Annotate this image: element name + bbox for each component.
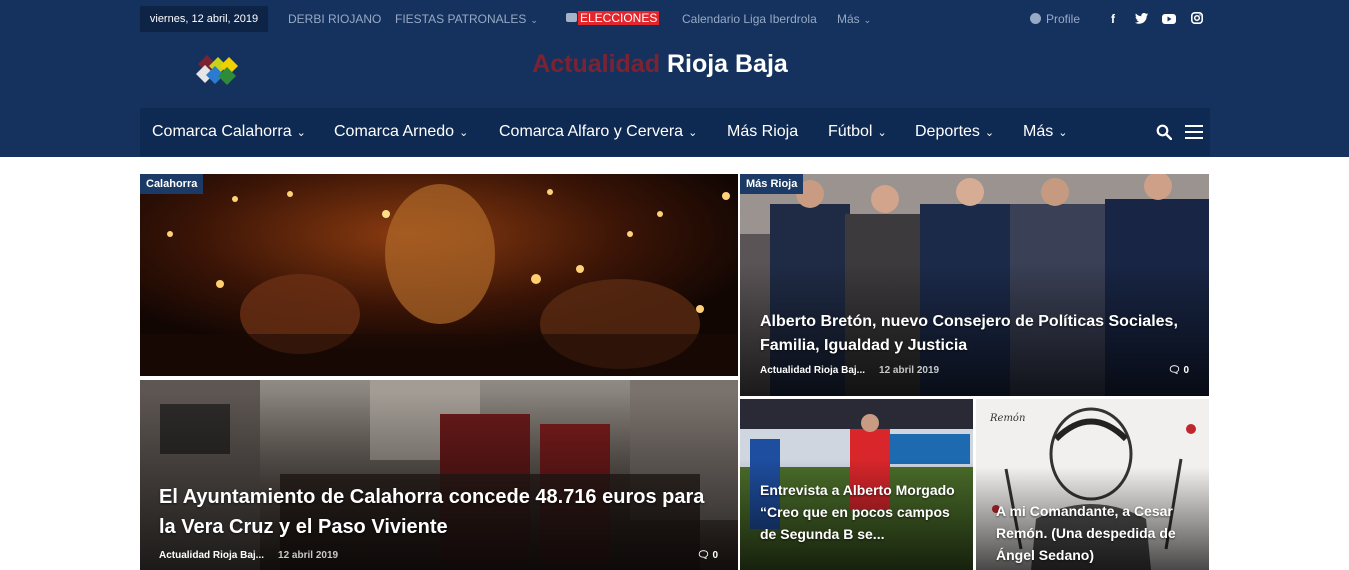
youtube-icon[interactable] [1161,6,1177,32]
post-author[interactable]: Actualidad Rioja Baj... [760,365,865,376]
comment-count[interactable]: 🗨 0 [697,550,718,561]
topbar-link-calendario-liga[interactable]: Calendario Liga Iberdrola [682,6,817,32]
nav-item-futbol[interactable]: Fútbol ⌄ [828,108,887,156]
featured-post-top-right[interactable]: Más Rioja Alberto Bretón, nuevo Consejer… [740,174,1209,396]
hamburger-menu-icon[interactable] [1185,125,1203,139]
post-date: 12 abril 2019 [278,550,339,561]
chevron-down-icon: ⌄ [530,15,538,25]
featured-post-tribute[interactable]: Remón A mi Comandante, a Cesar Remón. (U… [976,399,1209,570]
topbar-link-label: FIESTAS PATRONALES [395,12,527,26]
featured-post-main[interactable]: Calahorra El Ayuntamiento de Calahorra c… [140,174,738,570]
topbar-link-derbi-riojano[interactable]: DERBI RIOJANO [288,6,381,32]
gradient-overlay [140,391,738,570]
nav-item-comarca-calahorra[interactable]: Comarca Calahorra ⌄ [152,108,306,156]
profile-label: Profile [1046,12,1081,26]
category-badge[interactable]: Calahorra [140,174,204,194]
instagram-icon[interactable] [1189,6,1205,32]
comment-icon: 🗨 [696,550,710,561]
comment-count-value: 0 [1183,365,1189,376]
user-icon [1030,13,1041,24]
post-date: 12 abril 2019 [879,365,940,376]
nav-item-label: Comarca Calahorra [152,123,292,140]
main-nav: Comarca Calahorra ⌄ Comarca Arnedo ⌄ Comar… [140,108,1210,156]
chevron-down-icon: ⌄ [863,15,872,25]
site-title[interactable]: Actualidad Rioja Baja [440,50,880,79]
featured-post-football[interactable]: Entrevista a Alberto Morgado “Creo que e… [740,399,973,570]
chevron-down-icon: ⌄ [877,127,887,139]
nav-item-label: Fútbol [828,123,873,140]
chevron-down-icon: ⌄ [1058,127,1068,139]
nav-item-label: Deportes [915,123,980,140]
post-author[interactable]: Actualidad Rioja Baj... [159,550,264,561]
chevron-down-icon: ⌄ [688,127,698,139]
topbar-link-mas[interactable]: Más ⌄ [837,6,871,32]
chevron-down-icon: ⌄ [984,127,995,139]
nav-item-comarca-alfaro[interactable]: Comarca Alfaro y Cervera ⌄ [499,108,697,156]
comment-count-value: 0 [712,550,718,561]
current-date: viernes, 12 abril, 2019 [140,6,268,32]
site-title-part2: Rioja Baja [666,50,788,78]
topbar-link-elecciones[interactable]: ELECCIONES [566,11,660,26]
nav-item-mas-rioja[interactable]: Más Rioja [727,108,798,156]
topbar-link-fiestas-patronales[interactable]: FIESTAS PATRONALES ⌄ [395,6,538,32]
post-title[interactable]: A mi Comandante, a Cesar Remón. (Una des… [996,500,1201,566]
site-logo[interactable] [193,52,247,86]
top-bar: viernes, 12 abril, 2019 DERBI RIOJANO FI… [140,6,1210,32]
nav-item-deportes[interactable]: Deportes ⌄ [915,108,994,156]
chevron-down-icon: ⌄ [296,127,306,139]
ballot-box-icon [566,13,577,22]
sketch-caption: Remón [990,413,1026,424]
twitter-icon[interactable] [1133,6,1149,32]
site-header: viernes, 12 abril, 2019 DERBI RIOJANO FI… [0,0,1349,157]
post-title[interactable]: Entrevista a Alberto Morgado “Creo que e… [760,479,965,545]
chevron-down-icon: ⌄ [459,127,469,139]
post-title[interactable]: Alberto Bretón, nuevo Consejero de Polít… [760,310,1200,358]
post-title[interactable]: El Ayuntamiento de Calahorra concede 48.… [159,482,719,542]
nav-item-label: Más [1023,123,1054,140]
comment-icon: 🗨 [1167,365,1181,376]
profile-link[interactable]: Profile [1030,6,1080,32]
search-icon[interactable] [1156,124,1172,140]
comment-count[interactable]: 🗨 0 [1168,365,1189,376]
nav-item-comarca-arnedo[interactable]: Comarca Arnedo ⌄ [334,108,468,156]
nav-item-label: Comarca Alfaro y Cervera [499,123,684,140]
post-meta: Actualidad Rioja Baj... 12 abril 2019 [760,365,939,376]
nav-item-mas[interactable]: Más ⌄ [1023,108,1067,156]
facebook-icon[interactable]: f [1105,6,1121,32]
topbar-link-label: Más [837,12,860,26]
post-meta: Actualidad Rioja Baj... 12 abril 2019 [159,550,338,561]
site-title-part1: Actualidad [532,50,660,78]
nav-item-label: Comarca Arnedo [334,123,455,140]
category-badge[interactable]: Más Rioja [740,174,804,194]
topbar-link-label: ELECCIONES [578,11,660,25]
